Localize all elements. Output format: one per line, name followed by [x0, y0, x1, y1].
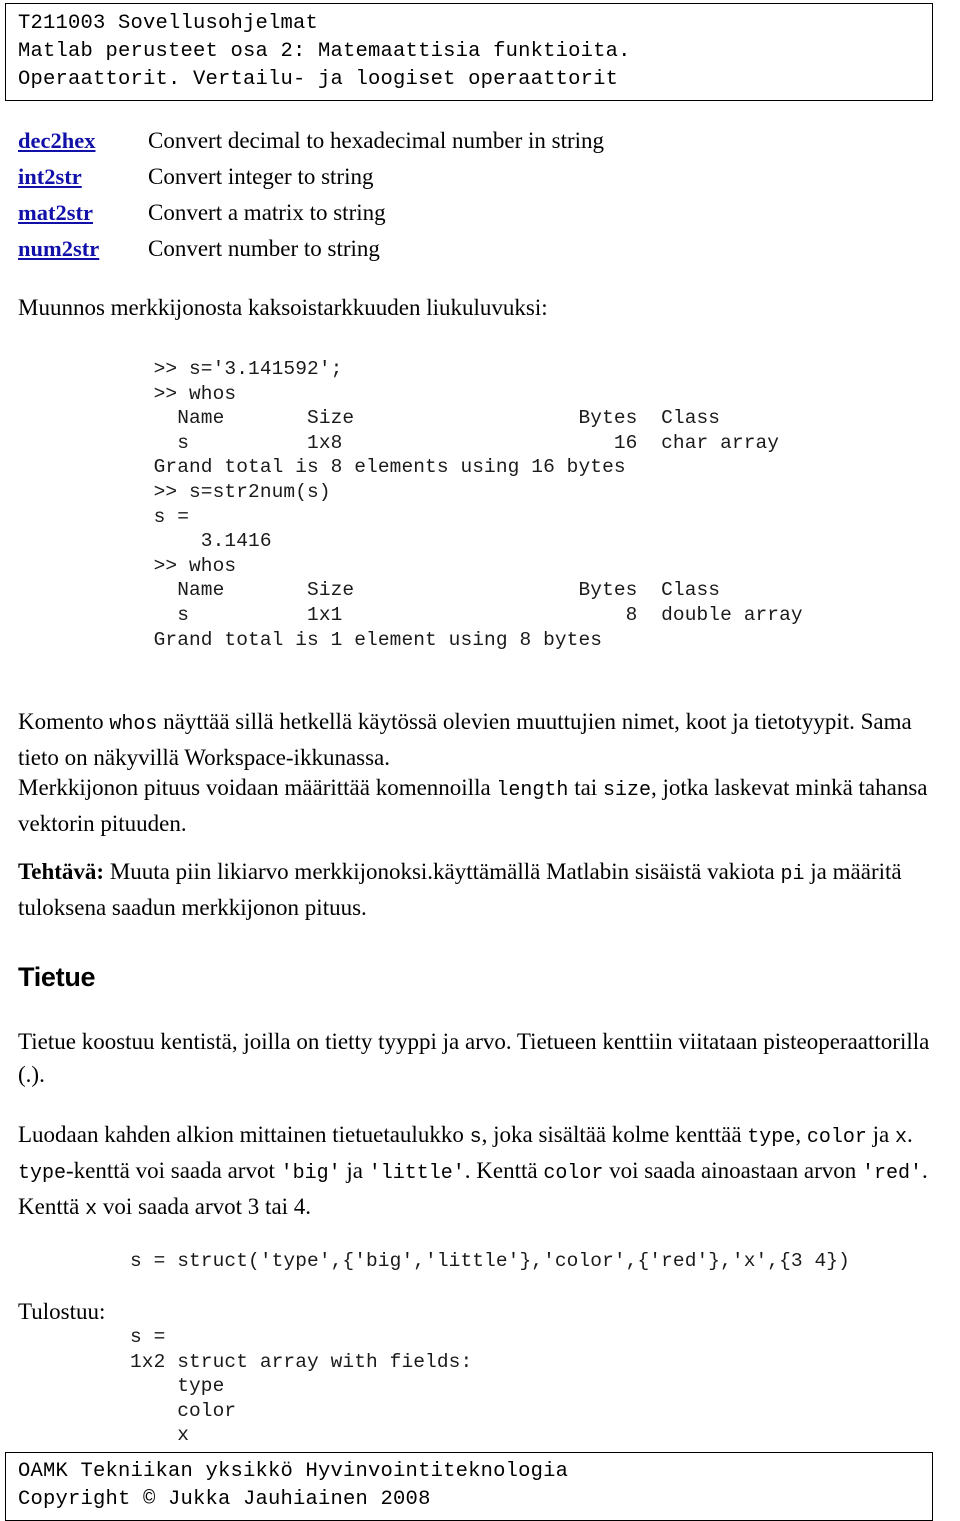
text-fragment: ,	[795, 1122, 807, 1147]
header-line-1: T211003 Sovellusohjelmat	[18, 12, 319, 35]
muunnos-caption: Muunnos merkkijonosta kaksoistarkkuuden …	[18, 295, 548, 320]
inline-code-x: x	[894, 1126, 907, 1149]
table-row: int2str Convert integer to string	[18, 164, 918, 200]
document-footer-box: OAMK Tekniikan yksikkö Hyvinvointiteknol…	[5, 1452, 933, 1521]
function-link-num2str[interactable]: num2str	[18, 236, 148, 262]
document-header-box: T211003 Sovellusohjelmat Matlab perustee…	[5, 3, 933, 101]
text-fragment: voi saada arvot 3 tai 4.	[97, 1194, 312, 1219]
table-row: mat2str Convert a matrix to string	[18, 200, 918, 236]
header-line-2: Matlab perusteet osa 2: Matemaattisia fu…	[18, 40, 631, 63]
inline-code-color: color	[806, 1126, 867, 1149]
text-fragment: , joka sisältää kolme kenttää	[481, 1122, 748, 1147]
text-fragment: tai	[568, 775, 603, 800]
text-fragment: voi saada ainoastaan arvon	[603, 1158, 862, 1183]
function-reference-table: dec2hex Convert decimal to hexadecimal n…	[18, 128, 918, 272]
footer-line-1: OAMK Tekniikan yksikkö Hyvinvointiteknol…	[18, 1460, 569, 1483]
function-link-int2str[interactable]: int2str	[18, 164, 148, 190]
inline-code-type-2: type	[18, 1162, 67, 1185]
header-line-3: Operaattorit. Vertailu- ja loogiset oper…	[18, 68, 619, 91]
inline-code-length: length	[496, 779, 569, 802]
text-fragment: Luodaan kahden alkion mittainen tietueta…	[18, 1122, 470, 1147]
function-link-dec2hex[interactable]: dec2hex	[18, 128, 148, 154]
code-block-struct-output: s = 1x2 struct array with fields: type c…	[130, 1326, 473, 1447]
inline-code-little: 'little'	[368, 1162, 465, 1185]
function-description: Convert a matrix to string	[148, 200, 386, 225]
paragraph-length-size: Merkkijonon pituus voidaan määrittää kom…	[18, 771, 943, 840]
inline-code-x-2: x	[85, 1198, 98, 1221]
exercise-label: Tehtävä:	[18, 859, 105, 884]
inline-code-size: size	[602, 779, 651, 802]
text-fragment: . Kenttä	[464, 1158, 544, 1183]
inline-code-big: 'big'	[280, 1162, 341, 1185]
code-block-whos: >> s='3.141592'; >> whos Name Size Bytes…	[153, 358, 803, 651]
code-block-struct: s = struct('type',{'big','little'},'colo…	[130, 1250, 850, 1272]
text-fragment: Merkkijonon pituus voidaan määrittää kom…	[18, 775, 497, 800]
text-fragment: ja	[340, 1158, 369, 1183]
table-row: dec2hex Convert decimal to hexadecimal n…	[18, 128, 918, 164]
footer-line-2: Copyright © Jukka Jauhiainen 2008	[18, 1488, 431, 1511]
inline-code-red: 'red'	[861, 1162, 922, 1185]
text-fragment: -kenttä voi saada arvot	[66, 1158, 281, 1183]
paragraph-struct-description: Luodaan kahden alkion mittainen tietueta…	[18, 1118, 943, 1226]
text-fragment: .	[906, 1122, 913, 1147]
paragraph-tietue-intro: Tietue koostuu kentistä, joilla on tiett…	[18, 1029, 930, 1087]
function-description: Convert decimal to hexadecimal number in…	[148, 128, 605, 153]
function-description: Convert integer to string	[148, 164, 374, 189]
text-fragment: Muuta piin likiarvo merkkijonoksi.käyttä…	[104, 859, 781, 884]
function-link-mat2str[interactable]: mat2str	[18, 200, 148, 226]
inline-code-pi: pi	[780, 863, 805, 886]
inline-code-type: type	[747, 1126, 796, 1149]
page-title-tietue: Tietue	[18, 962, 96, 992]
inline-code-whos: whos	[109, 713, 158, 736]
tulostuu-label: Tulostuu:	[18, 1299, 106, 1324]
text-fragment: Komento	[18, 709, 110, 734]
paragraph-exercise: Tehtävä: Muuta piin likiarvo merkkijonok…	[18, 855, 943, 924]
function-description: Convert number to string	[148, 236, 380, 261]
text-fragment: ja	[866, 1122, 895, 1147]
inline-code-s: s	[469, 1126, 482, 1149]
inline-code-color-2: color	[543, 1162, 604, 1185]
paragraph-whos-explanation: Komento whos näyttää sillä hetkellä käyt…	[18, 705, 943, 774]
table-row: num2str Convert number to string	[18, 236, 918, 272]
